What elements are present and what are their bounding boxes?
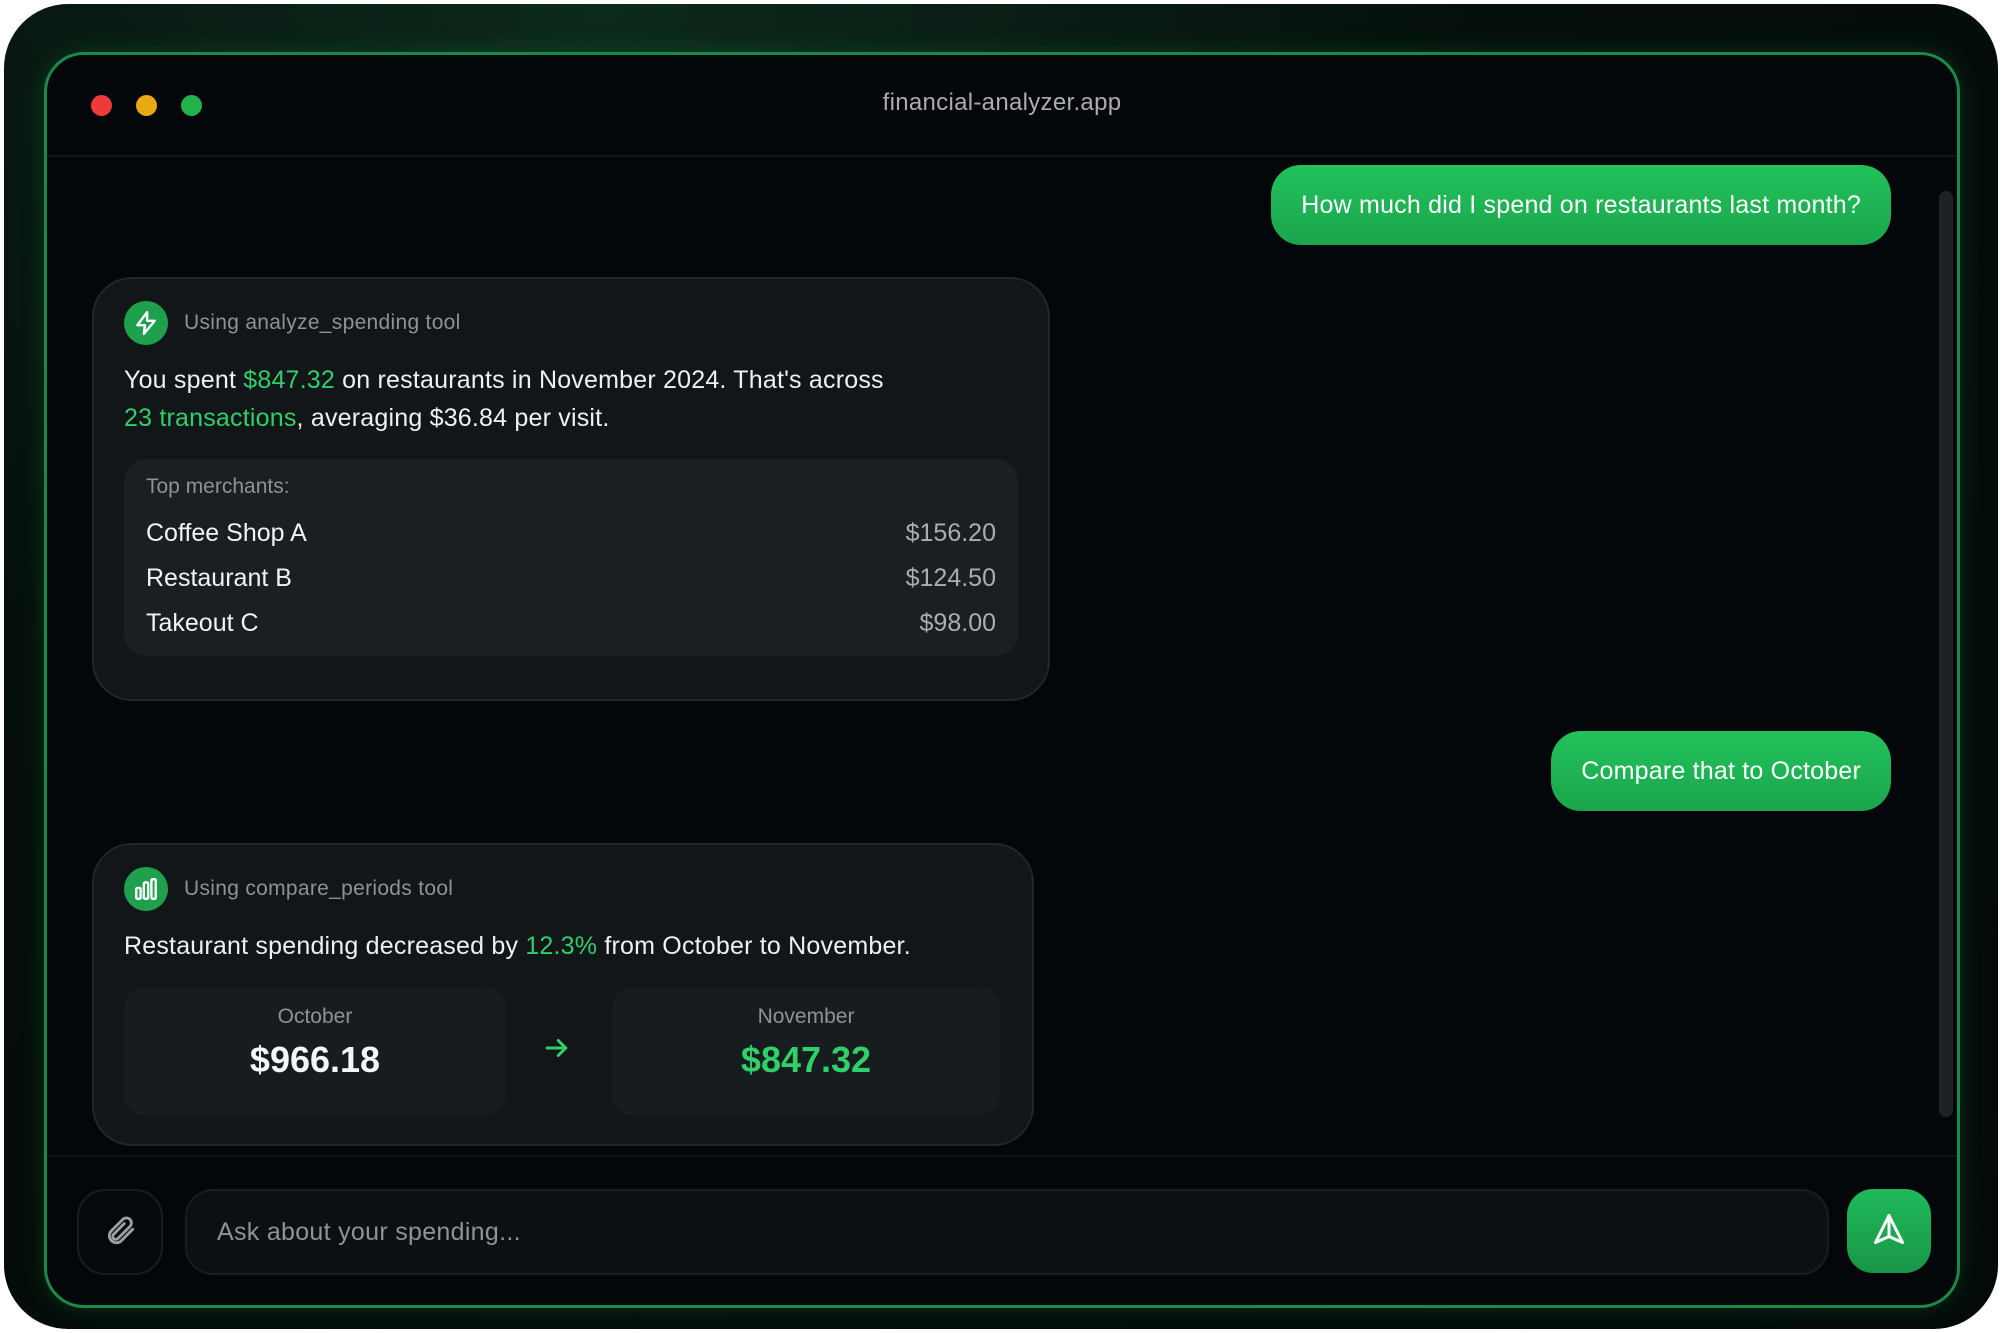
merchants-title: Top merchants: bbox=[146, 475, 290, 498]
assistant-message: Using analyze_spending tool You spent $8… bbox=[92, 277, 1050, 701]
merchant-row: Coffee Shop A $156.20 bbox=[146, 511, 996, 556]
period-card-november: November $847.32 bbox=[612, 987, 1000, 1115]
app-window: financial-analyzer.app How much did I sp… bbox=[44, 52, 1960, 1308]
merchant-row: Takeout C $98.00 bbox=[146, 601, 996, 646]
period-value: $847.32 bbox=[740, 1039, 872, 1080]
merchant-amount: $156.20 bbox=[905, 519, 996, 547]
lightning-icon bbox=[124, 301, 168, 345]
assistant-message: Using compare_periods tool Restaurant sp… bbox=[92, 843, 1034, 1146]
assistant-text: Restaurant spending decreased by 12.3% f… bbox=[124, 927, 1002, 965]
tool-label: Using analyze_spending tool bbox=[184, 311, 461, 334]
window-title: financial-analyzer.app bbox=[882, 89, 1122, 116]
user-message: How much did I spend on restaurants last… bbox=[1271, 165, 1891, 245]
send-button[interactable] bbox=[1847, 1189, 1931, 1273]
text-part: from October to November. bbox=[597, 932, 911, 960]
text-part: , averaging $36.84 per visit. bbox=[296, 404, 610, 432]
period-comparison: October $966.18 November $847.32 bbox=[124, 987, 1002, 1117]
title-bar: financial-analyzer.app bbox=[47, 55, 1957, 157]
period-label: October bbox=[277, 1005, 353, 1028]
tool-label: Using compare_periods tool bbox=[184, 877, 454, 900]
period-card-october: October $966.18 bbox=[124, 987, 506, 1115]
text-part: on restaurants in November 2024. That's … bbox=[335, 366, 884, 394]
highlight-percent: 12.3% bbox=[525, 932, 598, 960]
period-value: $966.18 bbox=[249, 1039, 381, 1080]
merchant-name: Restaurant B bbox=[146, 564, 292, 592]
chat-input[interactable] bbox=[185, 1189, 1829, 1275]
bar-chart-icon bbox=[124, 867, 168, 911]
assistant-text: You spent $847.32 on restaurants in Nove… bbox=[124, 361, 1018, 437]
tool-indicator: Using compare_periods tool bbox=[124, 867, 1002, 911]
scrollbar[interactable] bbox=[1939, 191, 1953, 1117]
highlight-transactions: 23 transactions bbox=[124, 404, 297, 432]
attach-button[interactable] bbox=[77, 1189, 163, 1275]
outer-frame: financial-analyzer.app How much did I sp… bbox=[4, 4, 1998, 1329]
user-message: Compare that to October bbox=[1551, 731, 1891, 811]
paperclip-icon bbox=[103, 1213, 137, 1252]
highlight-amount: $847.32 bbox=[243, 366, 336, 394]
merchant-name: Takeout C bbox=[146, 609, 259, 637]
merchant-row: Restaurant B $124.50 bbox=[146, 556, 996, 601]
merchant-amount: $124.50 bbox=[905, 564, 996, 592]
period-label: November bbox=[757, 1005, 855, 1028]
composer bbox=[47, 1155, 1957, 1305]
send-icon bbox=[1871, 1211, 1907, 1252]
text-part: Restaurant spending decreased by bbox=[124, 932, 526, 960]
text-part: You spent bbox=[124, 366, 244, 394]
tool-indicator: Using analyze_spending tool bbox=[124, 301, 1018, 345]
arrow-right-icon bbox=[542, 1033, 572, 1063]
merchant-amount: $98.00 bbox=[919, 609, 996, 637]
merchant-name: Coffee Shop A bbox=[146, 519, 307, 547]
top-merchants-panel: Top merchants: Coffee Shop A $156.20 Res… bbox=[124, 459, 1018, 656]
